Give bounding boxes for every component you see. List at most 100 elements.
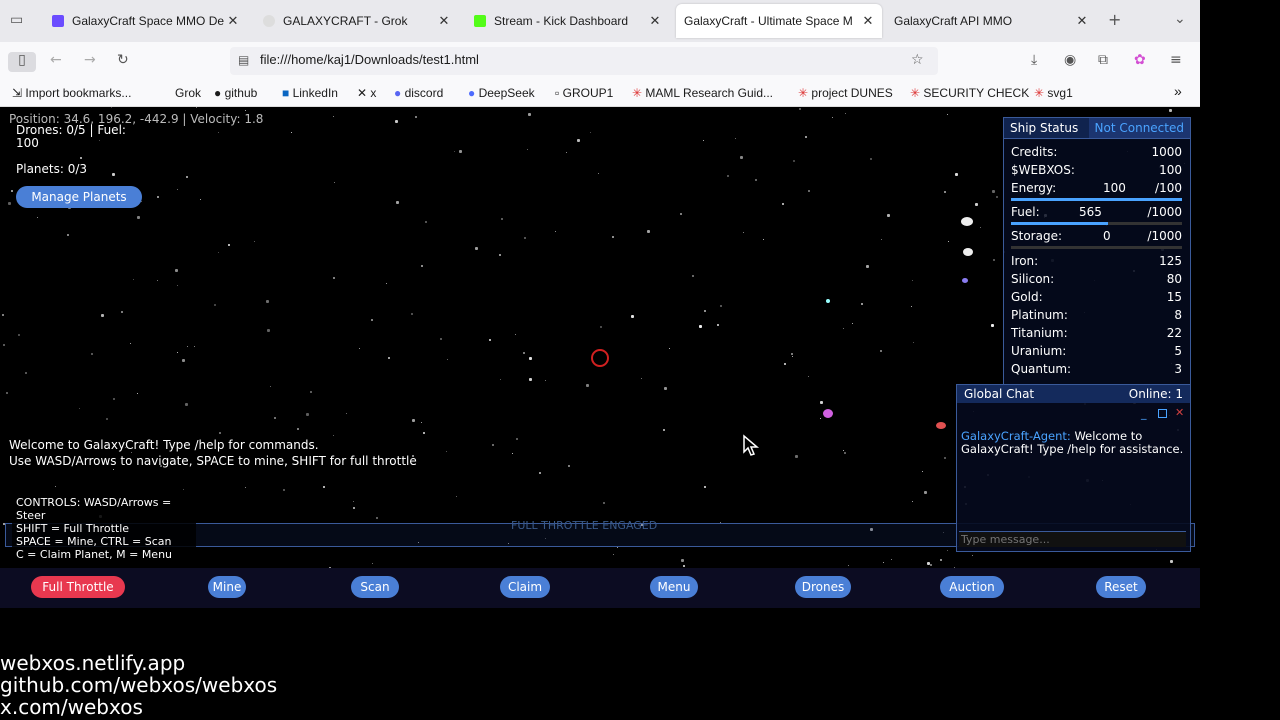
star xyxy=(704,486,706,488)
minimize-icon[interactable]: _ xyxy=(1141,407,1147,420)
star xyxy=(214,304,216,306)
tab-galaxycraft-demo[interactable]: GalaxyCraft Space MMO De ✕ xyxy=(42,4,247,38)
sidebar-icon[interactable]: ▯ xyxy=(8,52,36,72)
full-throttle-button[interactable]: Full Throttle xyxy=(31,576,125,598)
star xyxy=(600,326,602,328)
star xyxy=(527,149,528,150)
extensions-icon[interactable]: ⧉ xyxy=(1098,52,1108,68)
account-icon[interactable]: ◉ xyxy=(1064,52,1076,68)
star xyxy=(218,132,219,133)
tab-bar: ▭ GalaxyCraft Space MMO De ✕ GALAXYCRAFT… xyxy=(0,0,1200,42)
ship-status-panel: Ship Status Not Connected Credits: 1000 $… xyxy=(1003,117,1191,387)
bookmark-linkedin[interactable]: ■ LinkedIn xyxy=(282,86,338,100)
tab-galaxycraft-api[interactable]: GalaxyCraft API MMO ✕ xyxy=(886,4,1096,38)
bookmark-import[interactable]: ⇲ Import bookmarks... xyxy=(12,86,131,100)
star xyxy=(515,334,516,335)
bookmark-security[interactable]: ✳ SECURITY CHECK xyxy=(910,86,1029,100)
star xyxy=(499,254,501,256)
bookmark-dunes[interactable]: ✳ project DUNES xyxy=(798,86,893,100)
star xyxy=(927,562,930,565)
chat-input[interactable] xyxy=(959,531,1186,547)
star xyxy=(996,196,998,198)
star xyxy=(396,201,399,204)
bookmark-svg1[interactable]: ✳ svg1 xyxy=(1034,86,1073,100)
bookmark-deepseek[interactable]: ● DeepSeek xyxy=(468,86,535,100)
resource-name: Iron: xyxy=(1011,254,1039,268)
star xyxy=(944,191,946,193)
new-tab-icon[interactable]: + xyxy=(1108,10,1121,29)
back-icon[interactable]: ← xyxy=(50,52,62,68)
bookmark-label: discord xyxy=(404,86,444,100)
bookmark-grok[interactable]: Grok xyxy=(175,86,201,100)
planets-readout: Planets: 0/3 xyxy=(16,162,88,176)
file-icon: ▤ xyxy=(238,53,250,67)
forward-icon[interactable]: → xyxy=(84,52,96,68)
planet[interactable] xyxy=(962,278,968,283)
favicon-icon xyxy=(474,15,486,27)
download-icon[interactable]: ⤓ xyxy=(1031,52,1037,68)
page-icon: ▫ xyxy=(555,86,560,100)
storage-row: Storage: 0/1000 xyxy=(1011,229,1182,243)
bookmark-star-icon[interactable]: ☆ xyxy=(911,52,924,68)
energy-bar xyxy=(1011,198,1182,201)
resource-row: Gold: 15 xyxy=(1011,290,1182,304)
menu-button[interactable]: Menu xyxy=(650,576,698,598)
planet[interactable] xyxy=(961,217,973,226)
star xyxy=(323,486,325,488)
close-icon[interactable]: ✕ xyxy=(1074,13,1090,29)
maximize-icon[interactable] xyxy=(1158,409,1167,418)
welcome-instructions: Use WASD/Arrows to navigate, SPACE to mi… xyxy=(9,454,417,468)
bookmark-github[interactable]: ● github xyxy=(214,86,257,100)
discord-icon: ● xyxy=(394,86,402,100)
close-icon[interactable]: ✕ xyxy=(860,13,876,29)
star xyxy=(186,176,188,178)
star xyxy=(37,217,38,218)
star xyxy=(523,352,525,354)
star xyxy=(11,190,13,192)
star xyxy=(699,325,702,328)
star xyxy=(911,306,912,307)
mine-button[interactable]: Mine xyxy=(208,576,246,598)
auction-button[interactable]: Auction xyxy=(940,576,1004,598)
bookmark-label: svg1 xyxy=(1047,86,1073,100)
drones-button[interactable]: Drones xyxy=(795,576,851,598)
tab-grok[interactable]: GALAXYCRAFT - Grok ✕ xyxy=(253,4,458,38)
close-icon[interactable]: ✕ xyxy=(1175,406,1184,419)
tab-kick-dashboard[interactable]: Stream - Kick Dashboard ✕ xyxy=(464,4,669,38)
star xyxy=(500,379,501,380)
planet[interactable] xyxy=(823,409,833,418)
star xyxy=(106,418,108,420)
claim-button[interactable]: Claim xyxy=(500,576,550,598)
close-icon[interactable]: ✕ xyxy=(647,13,663,29)
resource-value: 3 xyxy=(1174,362,1182,376)
close-icon[interactable]: ✕ xyxy=(436,13,452,29)
chat-title: Global Chat xyxy=(964,387,1035,401)
bookmark-x[interactable]: ✕ x xyxy=(357,86,376,100)
scan-button[interactable]: Scan xyxy=(351,576,399,598)
planet[interactable] xyxy=(826,299,830,303)
planet[interactable] xyxy=(936,422,946,429)
chevron-down-icon[interactable]: ⌄ xyxy=(1174,11,1186,27)
bookmark-group1[interactable]: ▫ GROUP1 xyxy=(555,86,613,100)
star xyxy=(333,277,335,279)
close-icon[interactable]: ✕ xyxy=(225,13,241,29)
favicon-icon xyxy=(52,15,64,27)
storage-bar xyxy=(1011,246,1182,249)
tab-list-icon[interactable]: ▭ xyxy=(10,12,23,28)
star xyxy=(972,555,973,556)
bookmark-discord[interactable]: ● discord xyxy=(394,86,443,100)
resource-row: Platinum: 8 xyxy=(1011,308,1182,322)
asterisk-icon: ✳ xyxy=(798,86,809,100)
extension-color-icon[interactable]: ✿ xyxy=(1134,52,1146,68)
reload-icon[interactable]: ↻ xyxy=(117,52,129,68)
menu-icon[interactable]: ≡ xyxy=(1170,52,1182,68)
star xyxy=(980,227,981,228)
reset-button[interactable]: Reset xyxy=(1096,576,1146,598)
footer-link: x.com/webxos xyxy=(0,695,143,719)
manage-planets-button[interactable]: Manage Planets xyxy=(16,186,142,208)
chevron-right-icon[interactable]: » xyxy=(1174,83,1182,99)
url-text[interactable]: file:///home/kaj1/Downloads/test1.html xyxy=(260,52,479,67)
planet[interactable] xyxy=(963,248,973,256)
tab-galaxycraft-ultimate[interactable]: GalaxyCraft - Ultimate Space M ✕ xyxy=(676,4,882,38)
bookmark-maml[interactable]: ✳ MAML Research Guid... xyxy=(632,86,773,100)
